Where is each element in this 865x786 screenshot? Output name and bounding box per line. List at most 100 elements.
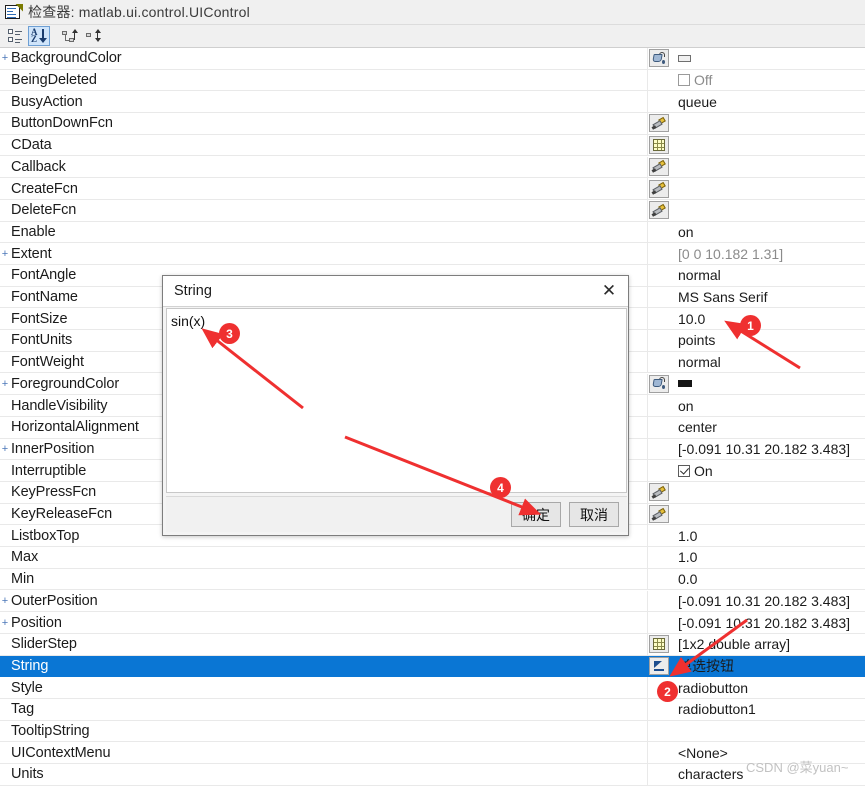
property-name-cell[interactable]: Enable bbox=[0, 221, 648, 243]
property-value-cell[interactable]: 10.0 bbox=[670, 308, 865, 329]
property-value-cell[interactable]: normal bbox=[670, 352, 865, 373]
property-row[interactable]: Enable on bbox=[0, 221, 865, 244]
property-gutter-cell[interactable] bbox=[648, 48, 670, 69]
expand-plus-icon[interactable]: + bbox=[0, 443, 10, 454]
property-value-cell[interactable] bbox=[670, 113, 865, 134]
callback-editor-button[interactable] bbox=[649, 179, 669, 198]
property-name-cell[interactable]: TooltipString bbox=[0, 720, 648, 742]
property-row[interactable]: + BackgroundColor bbox=[0, 48, 865, 70]
property-gutter-cell[interactable] bbox=[648, 504, 670, 525]
property-gutter-cell[interactable] bbox=[648, 157, 670, 178]
property-value-cell[interactable]: on bbox=[670, 222, 865, 243]
property-row[interactable]: Units characters bbox=[0, 764, 865, 786]
property-value-cell[interactable]: [-0.091 10.31 20.182 3.483] bbox=[670, 439, 865, 460]
expand-plus-icon[interactable]: + bbox=[0, 53, 10, 64]
property-value-cell[interactable]: On bbox=[670, 460, 865, 481]
property-name-cell[interactable]: Units bbox=[0, 764, 648, 785]
property-name-cell[interactable]: UIContextMenu bbox=[0, 742, 648, 764]
property-name-cell[interactable]: Callback bbox=[0, 156, 648, 178]
property-row[interactable]: Min 0.0 bbox=[0, 568, 865, 591]
property-row[interactable]: BeingDeleted Off bbox=[0, 69, 865, 92]
property-row[interactable]: String 单选按钮 bbox=[0, 655, 865, 678]
property-gutter-cell[interactable] bbox=[648, 135, 670, 156]
array-editor-button[interactable] bbox=[649, 136, 669, 155]
property-value-cell[interactable] bbox=[670, 504, 865, 525]
property-row[interactable]: + Position [-0.091 10.31 20.182 3.483] bbox=[0, 612, 865, 634]
property-name-cell[interactable]: Tag bbox=[0, 699, 648, 720]
property-row[interactable]: CData bbox=[0, 134, 865, 157]
collapse-tree-button[interactable] bbox=[83, 26, 105, 46]
property-row[interactable]: TooltipString bbox=[0, 720, 865, 743]
callback-editor-button[interactable] bbox=[649, 114, 669, 133]
color-picker-button[interactable] bbox=[649, 374, 669, 393]
value-checkbox[interactable] bbox=[678, 74, 690, 87]
property-value-cell[interactable]: normal bbox=[670, 265, 865, 286]
ok-button[interactable]: 确定 bbox=[511, 502, 561, 527]
property-value-cell[interactable] bbox=[670, 721, 865, 742]
property-value-cell[interactable] bbox=[670, 178, 865, 199]
property-gutter-cell[interactable] bbox=[648, 113, 670, 134]
callback-editor-button[interactable] bbox=[649, 201, 669, 220]
property-value-cell[interactable]: 1.0 bbox=[670, 525, 865, 546]
expand-plus-icon[interactable]: + bbox=[0, 378, 10, 389]
property-name-cell[interactable]: ButtonDownFcn bbox=[0, 113, 648, 134]
property-name-cell[interactable]: SliderStep bbox=[0, 633, 648, 655]
property-row[interactable]: Callback bbox=[0, 156, 865, 179]
categorized-view-button[interactable] bbox=[4, 26, 26, 46]
property-name-cell[interactable]: Min bbox=[0, 568, 648, 590]
callback-editor-button[interactable] bbox=[649, 483, 669, 502]
callback-editor-button[interactable] bbox=[649, 505, 669, 524]
property-value-cell[interactable] bbox=[670, 48, 865, 69]
property-name-cell[interactable]: DeleteFcn bbox=[0, 199, 648, 221]
property-name-cell[interactable]: BusyAction bbox=[0, 91, 648, 113]
property-row[interactable]: Style radiobutton bbox=[0, 677, 865, 699]
property-value-cell[interactable]: center bbox=[670, 417, 865, 438]
property-value-cell[interactable]: [-0.091 10.31 20.182 3.483] bbox=[670, 612, 865, 633]
property-value-cell[interactable]: 单选按钮 bbox=[670, 656, 865, 677]
color-picker-button[interactable] bbox=[649, 49, 669, 68]
property-value-cell[interactable]: queue bbox=[670, 91, 865, 112]
property-gutter-cell[interactable] bbox=[648, 482, 670, 503]
property-row[interactable]: Tag radiobutton1 bbox=[0, 699, 865, 721]
property-gutter-cell[interactable] bbox=[648, 374, 670, 395]
cancel-button[interactable]: 取消 bbox=[569, 502, 619, 527]
property-row[interactable]: + OuterPosition [-0.091 10.31 20.182 3.483… bbox=[0, 590, 865, 613]
property-name-cell[interactable]: + OuterPosition bbox=[0, 590, 648, 612]
property-name-cell[interactable]: + Position bbox=[0, 612, 648, 633]
property-value-cell[interactable] bbox=[670, 200, 865, 221]
property-row[interactable]: DeleteFcn bbox=[0, 199, 865, 222]
property-value-cell[interactable] bbox=[670, 135, 865, 156]
property-value-cell[interactable]: radiobutton bbox=[670, 677, 865, 698]
property-value-cell[interactable]: [-0.091 10.31 20.182 3.483] bbox=[670, 591, 865, 612]
property-value-cell[interactable] bbox=[670, 374, 865, 395]
value-checkbox[interactable] bbox=[678, 464, 690, 477]
property-row[interactable]: BusyAction queue bbox=[0, 91, 865, 114]
property-value-cell[interactable]: [1x2 double array] bbox=[670, 634, 865, 655]
expand-tree-button[interactable] bbox=[59, 26, 81, 46]
property-row[interactable]: ButtonDownFcn bbox=[0, 113, 865, 135]
property-row[interactable]: CreateFcn bbox=[0, 178, 865, 200]
property-value-cell[interactable]: Off bbox=[670, 70, 865, 91]
property-value-cell[interactable]: on bbox=[670, 395, 865, 416]
close-icon[interactable]: ✕ bbox=[598, 280, 620, 302]
property-gutter-cell[interactable] bbox=[648, 656, 670, 677]
property-value-cell[interactable] bbox=[670, 157, 865, 178]
expand-plus-icon[interactable]: + bbox=[0, 617, 10, 628]
string-editor-button[interactable] bbox=[649, 656, 669, 675]
property-row[interactable]: + Extent [0 0 10.182 1.31] bbox=[0, 243, 865, 265]
property-value-cell[interactable] bbox=[670, 482, 865, 503]
property-row[interactable]: UIContextMenu <None> bbox=[0, 742, 865, 765]
property-gutter-cell[interactable] bbox=[648, 634, 670, 655]
property-gutter-cell[interactable] bbox=[648, 178, 670, 199]
property-gutter-cell[interactable] bbox=[648, 200, 670, 221]
property-name-cell[interactable]: BeingDeleted bbox=[0, 69, 648, 91]
callback-editor-button[interactable] bbox=[649, 157, 669, 176]
property-value-cell[interactable]: radiobutton1 bbox=[670, 699, 865, 720]
property-value-cell[interactable]: 0.0 bbox=[670, 569, 865, 590]
property-name-cell[interactable]: String bbox=[0, 656, 648, 677]
property-value-cell[interactable]: MS Sans Serif bbox=[670, 287, 865, 308]
property-value-cell[interactable]: 1.0 bbox=[670, 547, 865, 568]
property-name-cell[interactable]: + BackgroundColor bbox=[0, 48, 648, 69]
property-value-cell[interactable]: points bbox=[670, 330, 865, 351]
property-value-cell[interactable]: [0 0 10.182 1.31] bbox=[670, 243, 865, 264]
